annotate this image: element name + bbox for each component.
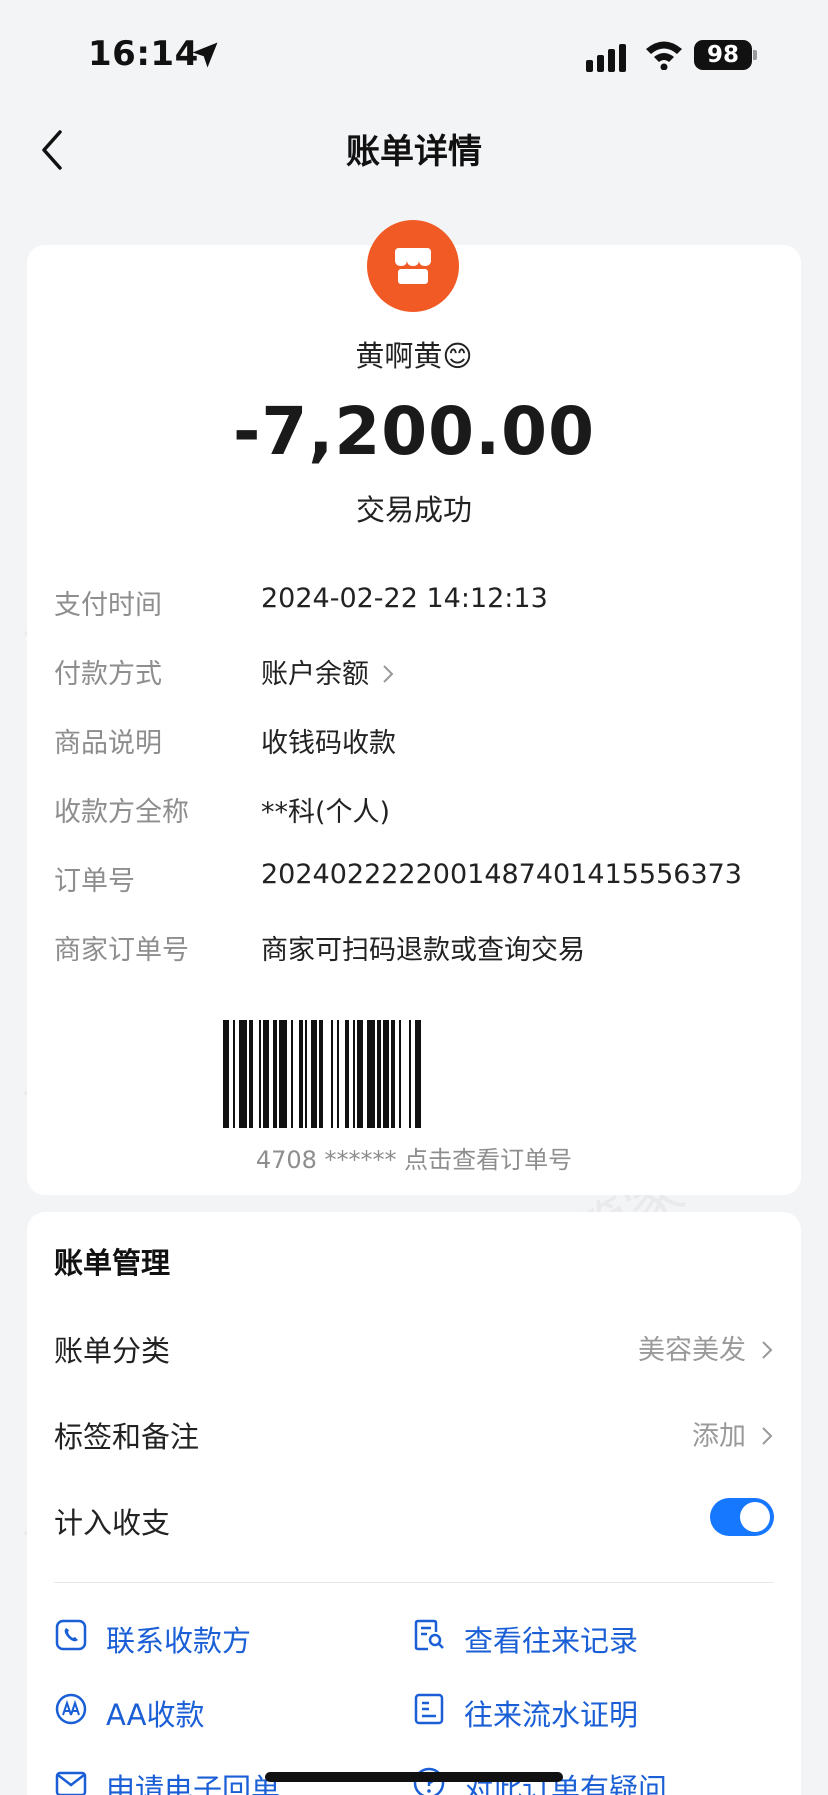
detail-label: 付款方式: [54, 659, 162, 690]
action-label: 查看往来记录: [464, 1624, 639, 1658]
records-icon: [414, 1619, 444, 1651]
chevron-right-icon: [762, 1427, 773, 1445]
order-barcode[interactable]: [223, 1020, 603, 1128]
page-title: 账单详情: [346, 132, 482, 172]
row-label: 账单分类: [54, 1334, 171, 1368]
category-value[interactable]: 美容美发: [638, 1328, 774, 1367]
detail-label: 收款方全称: [54, 797, 189, 828]
aa-icon: [55, 1693, 87, 1725]
statement-icon: [414, 1693, 444, 1725]
detail-value: 收钱码收款: [261, 728, 396, 759]
category-text: 美容美发: [638, 1335, 746, 1366]
include-in-budget-row: 计入收支: [54, 1492, 774, 1542]
action-label: AA收款: [106, 1698, 205, 1732]
bill-category-row[interactable]: 账单分类 美容美发: [54, 1320, 774, 1370]
detail-row-payee-fullname: 收款方全称 **科(个人): [54, 784, 774, 828]
payee-name: 黄啊黄😊: [355, 339, 473, 373]
status-bar: 16:14 98: [0, 0, 828, 110]
divider: [54, 1582, 774, 1583]
battery-cap: [753, 50, 757, 60]
mail-icon: [55, 1771, 87, 1795]
tags-notes-row[interactable]: 标签和备注 添加: [54, 1406, 774, 1456]
detail-row-order-number: 订单号 2024022222001487401415556373: [54, 853, 774, 897]
barcode-caption[interactable]: 4708 ****** 点击查看订单号: [27, 1140, 801, 1175]
payment-method-link[interactable]: 账户余额: [261, 652, 395, 691]
bill-management-card: 账单管理 账单分类 美容美发 标签和备注 添加 计入收支 联系收款方 查看往来记…: [27, 1212, 801, 1795]
include-toggle[interactable]: [710, 1498, 774, 1536]
detail-row-payment-method[interactable]: 付款方式 账户余额: [54, 646, 774, 690]
chevron-right-icon: [383, 665, 394, 683]
action-label: 申请电子回单: [106, 1772, 281, 1795]
detail-value: 2024022222001487401415556373: [261, 859, 742, 890]
detail-label: 商品说明: [54, 728, 162, 759]
payee-avatar: [367, 220, 459, 312]
nav-bar: 账单详情: [0, 110, 828, 190]
detail-value: 商家可扫码退款或查询交易: [261, 935, 585, 966]
detail-value: **科(个人): [261, 797, 391, 828]
detail-value: 2024-02-22 14:12:13: [261, 583, 548, 614]
chevron-right-icon: [762, 1341, 773, 1359]
detail-label: 支付时间: [54, 590, 162, 621]
section-title: 账单管理: [54, 1246, 171, 1280]
wifi-icon: [646, 41, 682, 70]
detail-label: 商家订单号: [54, 935, 189, 966]
add-tag-text: 添加: [692, 1421, 746, 1452]
detail-row-merchant-order: 商家订单号 商家可扫码退款或查询交易: [54, 922, 774, 966]
signal-icon: [586, 44, 626, 72]
row-label: 计入收支: [54, 1506, 171, 1540]
transaction-status: 交易成功: [355, 493, 472, 527]
status-time: 16:14: [88, 34, 199, 74]
action-label: 往来流水证明: [464, 1698, 639, 1732]
amount: -7,200.00: [232, 393, 596, 470]
home-indicator: [265, 1772, 563, 1782]
add-tag-link[interactable]: 添加: [692, 1414, 774, 1453]
battery-icon: 98: [694, 40, 752, 70]
action-label: 联系收款方: [106, 1624, 252, 1658]
row-label: 标签和备注: [54, 1420, 200, 1454]
phone-icon: [55, 1619, 87, 1651]
store-icon: [395, 248, 431, 284]
transaction-card: 黄啊黄😊 -7,200.00 交易成功 支付时间 2024-02-22 14:1…: [27, 220, 801, 1195]
location-arrow-icon: [192, 42, 218, 68]
toggle-knob: [740, 1502, 770, 1532]
detail-row-description: 商品说明 收钱码收款: [54, 715, 774, 759]
detail-row-pay-time: 支付时间 2024-02-22 14:12:13: [54, 577, 774, 621]
detail-label: 订单号: [54, 866, 135, 897]
detail-value: 账户余额: [261, 659, 369, 690]
